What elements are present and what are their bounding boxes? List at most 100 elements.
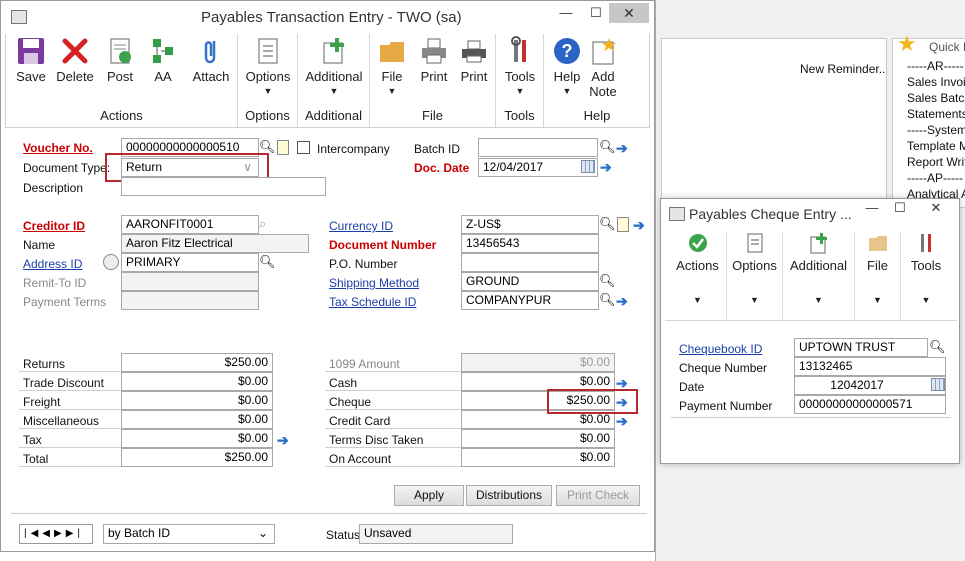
print-check-button[interactable]: Print Check	[556, 485, 640, 506]
delete-button[interactable]: Delete	[54, 36, 96, 84]
amount-label: Cash	[329, 376, 358, 390]
arrow-right-icon[interactable]: ➔	[633, 217, 649, 233]
cheque-options-button[interactable]: Options ▼	[727, 231, 783, 319]
amount-label: Cheque	[329, 395, 372, 409]
amount-field[interactable]: $0.00	[461, 429, 615, 448]
help-button[interactable]: ? Help ▼	[548, 36, 586, 99]
chequebook-label[interactable]: Chequebook ID	[679, 342, 762, 356]
actions-group: Save Delete Post AA Attach Actions	[6, 34, 238, 127]
currency-label[interactable]: Currency ID	[329, 219, 393, 233]
taxsched-field[interactable]: COMPANYPUR	[461, 291, 599, 310]
creditor-field[interactable]: AARONFIT0001	[121, 215, 259, 234]
aa-icon	[153, 39, 173, 63]
next-record-icon[interactable]: ▶	[54, 528, 66, 539]
row-divider	[325, 428, 461, 429]
lookup-icon[interactable]: 🔍︎	[929, 339, 946, 355]
shipping-label[interactable]: Shipping Method	[329, 276, 419, 290]
lookup-icon[interactable]: 🔍︎	[259, 254, 276, 270]
address-circle-icon[interactable]	[103, 254, 119, 270]
lookup-icon[interactable]: ⌕	[259, 216, 275, 232]
save-button[interactable]: Save	[12, 36, 50, 84]
calendar-icon[interactable]	[581, 160, 595, 173]
last-record-icon[interactable]: ▶|	[66, 528, 84, 539]
file-button[interactable]: File ▼	[374, 36, 410, 99]
lookup-icon[interactable]: 🔍︎	[599, 139, 616, 155]
arrow-right-icon[interactable]: ➔	[616, 293, 632, 309]
chequenum-field[interactable]: 13132465	[794, 357, 946, 376]
row-divider	[19, 428, 121, 429]
cheque-actions-button[interactable]: Actions ▼	[669, 231, 727, 319]
batch-field[interactable]	[478, 138, 598, 157]
additional-button[interactable]: Additional ▼	[302, 36, 366, 99]
print-button[interactable]: Print	[416, 36, 452, 84]
docdate-field[interactable]: 12/04/2017	[478, 158, 598, 177]
arrow-right-icon[interactable]: ➔	[616, 140, 632, 156]
paynum-field[interactable]: 00000000000000571	[794, 395, 946, 414]
quick-link-item[interactable]: -----AP-----	[907, 171, 963, 185]
amount-field[interactable]: $0.00	[461, 448, 615, 467]
quick-link-item[interactable]: -----System-	[907, 123, 965, 137]
lookup-icon[interactable]: 🔍︎	[599, 216, 616, 232]
minimize-button[interactable]: —	[555, 5, 577, 21]
maximize-button[interactable]: ☐	[889, 200, 911, 216]
first-record-icon[interactable]: |◀	[24, 528, 42, 539]
address-field[interactable]: PRIMARY	[121, 253, 259, 272]
prev-record-icon[interactable]: ◀	[42, 528, 54, 539]
amount-field[interactable]: $0.00	[121, 410, 273, 429]
lookup-icon[interactable]: 🔍︎	[599, 292, 616, 308]
amount-field[interactable]: $0.00	[121, 429, 273, 448]
cheque-file-button[interactable]: File ▼	[855, 231, 901, 319]
post-button[interactable]: Post	[102, 36, 138, 84]
arrow-right-icon[interactable]: ➔	[616, 413, 632, 429]
quick-link-item[interactable]: Report Writ	[907, 155, 965, 169]
docnum-field[interactable]: 13456543	[461, 234, 599, 253]
app-icon	[669, 207, 685, 221]
amount-field[interactable]: $250.00	[121, 448, 273, 467]
aa-button[interactable]: AA	[148, 36, 178, 84]
new-document-icon[interactable]	[617, 217, 629, 232]
amount-field[interactable]: $250.00	[121, 353, 273, 372]
minimize-button[interactable]: —	[861, 200, 883, 216]
attach-button[interactable]: Attach	[190, 36, 232, 84]
address-label[interactable]: Address ID	[23, 257, 82, 271]
chequebook-field[interactable]: UPTOWN TRUST	[794, 338, 928, 357]
cheque-tools-button[interactable]: Tools ▼	[901, 231, 951, 319]
arrow-right-icon[interactable]: ➔	[600, 159, 616, 175]
add-note-button[interactable]: Add Note	[588, 36, 618, 99]
lookup-icon[interactable]: 🔍︎	[599, 273, 616, 289]
close-button[interactable]: ✕	[609, 3, 649, 23]
amount-field[interactable]: $0.00	[461, 353, 615, 372]
taxsched-label[interactable]: Tax Schedule ID	[329, 295, 416, 309]
quick-link-item[interactable]: Sales Invoic	[907, 75, 965, 89]
quick-links-panel: ★ Quick L -----AR----- Sales Invoic Sales …	[892, 31, 965, 208]
tools-button[interactable]: Tools ▼	[500, 36, 540, 99]
shipping-field[interactable]: GROUND	[461, 272, 599, 291]
options-button[interactable]: Options ▼	[242, 36, 294, 99]
amount-field[interactable]: $0.00	[121, 391, 273, 410]
description-field[interactable]	[121, 177, 326, 196]
new-document-icon[interactable]	[277, 140, 289, 155]
creditor-label[interactable]: Creditor ID	[23, 219, 85, 233]
quick-link-item[interactable]: Template M	[907, 139, 965, 153]
arrow-right-icon[interactable]: ➔	[277, 432, 293, 448]
calendar-icon[interactable]	[931, 378, 945, 391]
quick-link-item[interactable]: -----AR-----	[907, 59, 964, 73]
quick-link-item[interactable]: Statements	[907, 107, 965, 121]
cheque-additional-button[interactable]: Additional ▼	[783, 231, 855, 319]
distributions-button[interactable]: Distributions	[466, 485, 552, 506]
quick-link-item[interactable]: Sales Batch	[907, 91, 965, 105]
po-field[interactable]	[461, 253, 599, 272]
close-button[interactable]: ✕	[925, 200, 947, 216]
print-setup-button[interactable]: Print	[456, 36, 492, 84]
apply-button[interactable]: Apply	[394, 485, 464, 506]
row-divider	[19, 371, 121, 372]
currency-field[interactable]: Z-US$	[461, 215, 599, 234]
sort-select[interactable]: by Batch ID ⌄	[103, 524, 275, 544]
date-field[interactable]: 12042017	[794, 376, 946, 395]
amount-field[interactable]: $0.00	[121, 372, 273, 391]
intercompany-checkbox[interactable]	[297, 141, 310, 154]
help-icon: ?	[554, 38, 580, 64]
maximize-button[interactable]: ☐	[585, 5, 607, 21]
new-reminder-link[interactable]: New Reminder..	[800, 62, 885, 76]
star-icon: ★	[897, 31, 917, 56]
